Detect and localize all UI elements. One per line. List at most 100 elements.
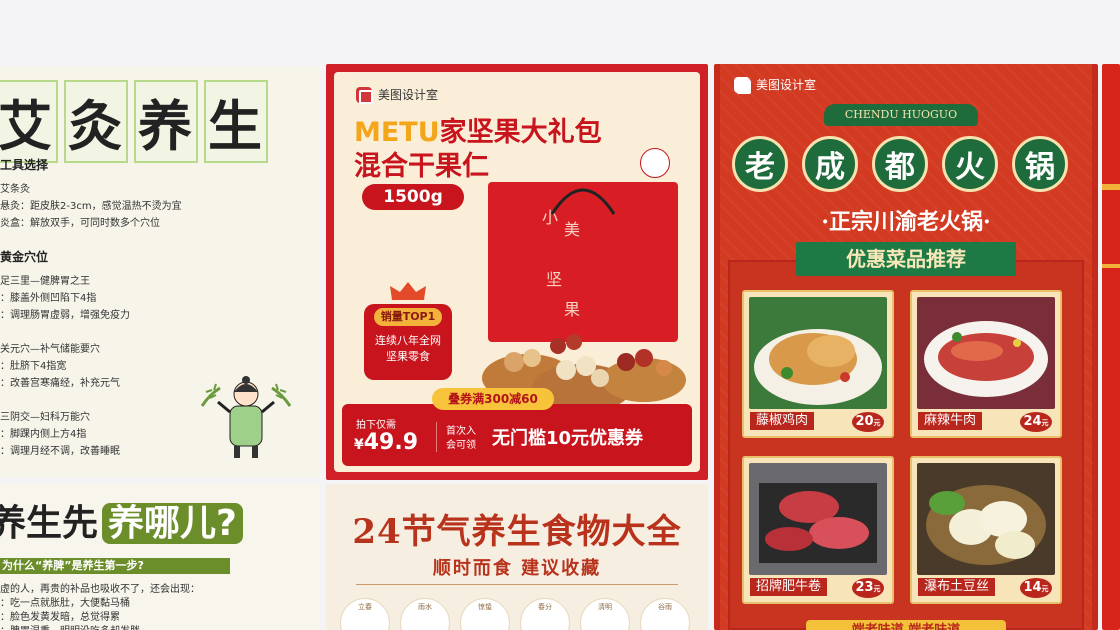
section-heading: 黄金穴位 (0, 250, 49, 264)
term-label: 惊蛰 (478, 603, 492, 611)
title-char: 灸 (64, 80, 128, 163)
dish-name: 麻辣牛肉 (918, 412, 983, 430)
term-circle: 立春 (340, 598, 390, 630)
crown-icon (390, 282, 426, 300)
dish-price: 24元 (1018, 410, 1054, 434)
coupon-text: 无门槛10元优惠券 (492, 428, 644, 449)
text-line: 关元穴—补气储能要穴 (0, 344, 100, 355)
card-inner: 美图设计室 METU家坚果大礼包 混合干果仁 1500g 小 美 坚 果 销量T… (334, 72, 700, 472)
title-char: 养 (134, 80, 198, 163)
nourish-card[interactable]: 养生先 养哪儿? 为什么“养脾”是养生第一步? 虚的人，再贵的补品也吸收不了，还会… (0, 484, 320, 630)
dish-price-value: 23 (855, 580, 874, 595)
price-label: 拍下仅需 (356, 420, 396, 431)
bag-char: 果 (564, 300, 581, 319)
term-label: 雨水 (418, 603, 432, 611)
term-circle: 谷雨 (640, 598, 690, 630)
text-line: 艾条灸 (0, 184, 30, 195)
hotpot-card[interactable]: 美图设计室 CHENDU HUOGUO 老 成 都 火 锅 ·正宗川渝老火锅· … (714, 64, 1098, 630)
dish-price: 23元 (850, 576, 886, 600)
nuts-card[interactable]: 美图设计室 METU家坚果大礼包 混合干果仁 1500g 小 美 坚 果 销量T… (326, 64, 708, 480)
text-line: 三阴交—妇科万能穴 (0, 412, 90, 423)
question-banner: 为什么“养脾”是养生第一步? (0, 558, 230, 574)
weight-pill: 1500g (362, 184, 464, 210)
top-bar (0, 0, 1120, 64)
brand-logo: 美图设计室 (356, 86, 439, 104)
dish-card[interactable]: 招牌肥牛卷 23元 (742, 456, 894, 604)
badge-line: 坚果零食 (386, 350, 430, 363)
text-line: ：脚踝内侧上方4指 (0, 429, 87, 440)
dish-name: 藤椒鸡肉 (750, 412, 815, 430)
girl-illustration (200, 376, 292, 458)
nut-icon (640, 148, 670, 178)
dish-card[interactable]: 麻辣牛肉 24元 (910, 290, 1062, 438)
title-chip: 都 (872, 136, 928, 192)
term-label: 清明 (598, 603, 612, 611)
brand-logo: 美图设计室 (734, 76, 816, 94)
card-title: 养生先 养哪儿? (0, 494, 243, 546)
bag-char: 坚 (546, 270, 563, 289)
logo-icon (356, 86, 373, 104)
section-heading: 工具选择 (0, 158, 49, 172)
term-circle: 春分 (520, 598, 570, 630)
dish-card[interactable]: 瀑布土豆丝 14元 (910, 456, 1062, 604)
price-bar[interactable]: 叠券满300减60 拍下仅需 ¥49.9 首次入 会可领 无门槛10元优惠券 (342, 388, 692, 466)
bag-char: 美 (564, 220, 581, 239)
badge-top-label: 销量TOP1 (374, 308, 442, 326)
dish-image (749, 297, 887, 409)
moxibustion-card[interactable]: 艾灸养生 工具选择 艾条灸 悬灸：距皮肤2-3cm，感觉温热不烫为宜 炎盒：解放… (0, 66, 320, 478)
dish-price-value: 20 (855, 414, 874, 429)
text-line: 足三里—健脾胃之王 (0, 276, 90, 287)
title-part: 养生先 (0, 503, 99, 544)
currency-symbol: ¥ (354, 437, 364, 453)
title-char: 生 (204, 80, 268, 163)
text-line: 虚的人，再贵的补品也吸收不了，还会出现： (0, 584, 200, 595)
dish-image (917, 297, 1055, 409)
partial-card[interactable] (1102, 64, 1120, 630)
text-line: ：膝盖外侧凹陷下4指 (0, 293, 97, 304)
dish-name: 招牌肥牛卷 (750, 578, 828, 596)
price-unit: 元 (1041, 585, 1049, 593)
arch-banner: CHENDU HUOGUO (824, 104, 978, 126)
title-highlight: 养哪儿? (102, 503, 243, 544)
dish-image (917, 463, 1055, 575)
text-line: ：调理月经不调，改善睡眠 (0, 446, 120, 457)
text-line: 炎盒：解放双手，可同时数多个穴位 (0, 218, 160, 229)
card-stripe (1102, 184, 1120, 190)
text-line: ：脸色发黄发暗，总觉得累 (0, 612, 120, 623)
price-value: 49.9 (363, 430, 419, 455)
card-stripe (1102, 264, 1120, 268)
bag-handle (550, 188, 616, 215)
card-title: 艾灸养生 (0, 80, 274, 163)
dish-price: 20元 (850, 410, 886, 434)
logo-text: 美图设计室 (378, 88, 439, 102)
term-label: 谷雨 (658, 603, 672, 611)
dish-price: 14元 (1018, 576, 1054, 600)
title-chip: 锅 (1012, 136, 1068, 192)
title-chip: 老 (732, 136, 788, 192)
text-line: ：脾胃湿重，明明没吃多却发胖 (0, 622, 140, 630)
coupon-hint: 会可领 (446, 440, 476, 451)
term-circle: 清明 (580, 598, 630, 630)
dish-name: 瀑布土豆丝 (918, 578, 996, 596)
dish-price-value: 14 (1023, 580, 1042, 595)
title-chip: 成 (802, 136, 858, 192)
title-char: 艾 (0, 80, 58, 163)
card-subtitle: 顺时而食 建议收藏 (432, 558, 602, 579)
price-unit: 元 (873, 419, 881, 427)
text-line: 悬灸：距皮肤2-3cm，感觉温热不烫为宜 (0, 201, 182, 212)
subtitle: ·正宗川渝老火锅· (821, 209, 991, 235)
top-seller-badge: 销量TOP1 连续八年全网 坚果零食 (360, 282, 456, 380)
ribbon-title: 优惠菜品推荐 (796, 242, 1016, 276)
divider (436, 422, 437, 452)
divider (356, 584, 678, 585)
term-label: 立春 (358, 603, 372, 611)
dish-image (749, 463, 887, 575)
footer-banner: 端老味道 端老味道 (806, 620, 1006, 630)
dish-price-value: 24 (1023, 414, 1042, 429)
text-line: ：调理肠胃虚弱，增强免疫力 (0, 310, 130, 321)
term-label: 春分 (538, 603, 552, 611)
solar-terms-card[interactable]: 24节气养生食物大全 顺时而食 建议收藏 立春 雨水 惊蛰 春分 清明 谷雨 (326, 484, 708, 630)
logo-icon (734, 76, 751, 94)
dish-card[interactable]: 藤椒鸡肉 20元 (742, 290, 894, 438)
price-unit: 元 (1041, 419, 1049, 427)
